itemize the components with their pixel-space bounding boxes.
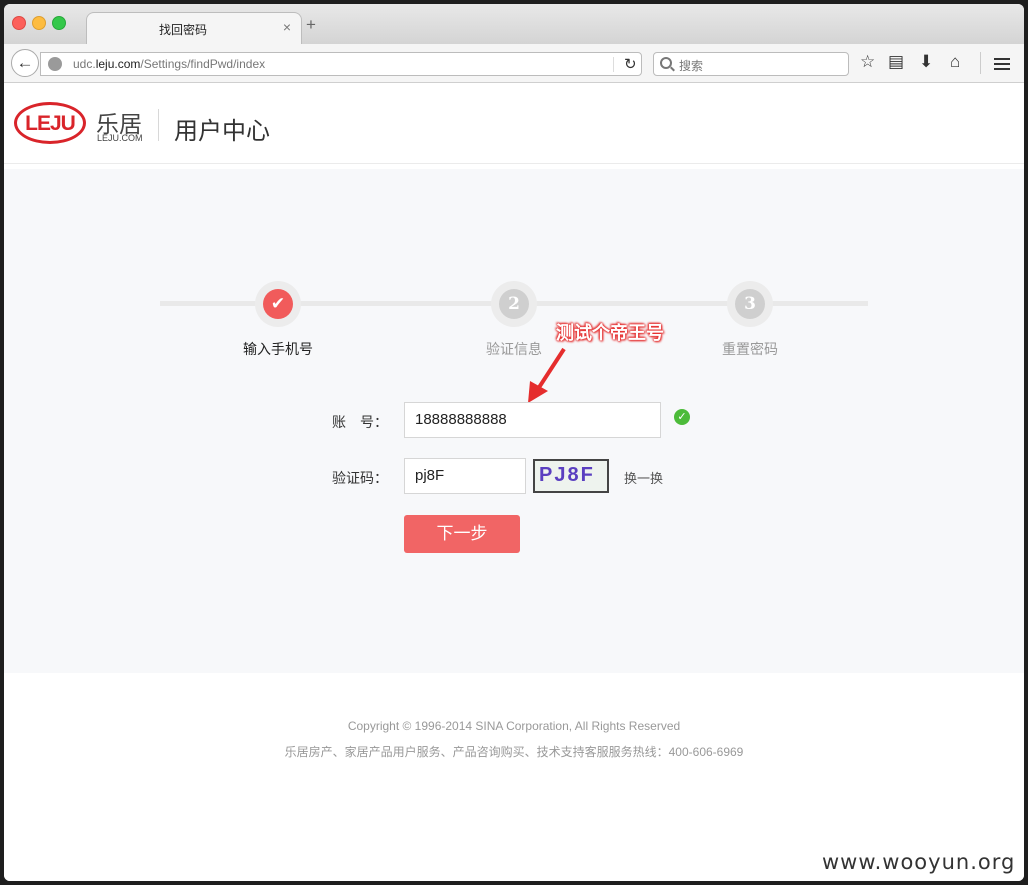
account-input[interactable]: 18888888888: [404, 402, 661, 438]
annotation-arrow-icon: [528, 347, 566, 403]
next-step-button[interactable]: 下一步: [404, 515, 520, 553]
search-placeholder: 搜索: [679, 59, 704, 73]
browser-window: 找回密码 × + ← udc.leju.com/Settings/findPwd…: [4, 4, 1024, 881]
zoom-window-button[interactable]: [52, 16, 66, 30]
captcha-image-text: PJ8F: [539, 464, 595, 486]
annotation-text: 测试个帝王号: [556, 323, 664, 343]
tab-active[interactable]: 找回密码 ×: [86, 12, 302, 45]
page-title: 用户中心: [174, 118, 270, 145]
step-1-label: 输入手机号: [243, 341, 313, 357]
download-icon[interactable]: ⬇: [919, 52, 933, 72]
step-2: 2: [491, 281, 537, 327]
footer-service-line: 乐居房产、家居产品用户服务、产品咨询购买、技术支持客服服务热线：400-606-…: [284, 745, 744, 759]
main-content: ✔ 2 3 输入手机号 验证信息 重置密码 测试个帝王号 账 号： 188888…: [4, 169, 1024, 673]
title-bar: 找回密码 × +: [4, 4, 1024, 45]
toolbar-divider: [980, 52, 981, 74]
captcha-refresh-link[interactable]: 换一换: [624, 468, 663, 487]
url-text: udc.leju.com/Settings/findPwd/index: [73, 57, 266, 71]
globe-icon: [48, 57, 62, 71]
logo-en-text: LEJU.COM: [97, 133, 143, 143]
tab-title: 找回密码: [158, 23, 207, 37]
step-3: 3: [727, 281, 773, 327]
web-page: LEJU 乐居 LEJU.COM 用户中心 ✔ 2 3 输入手机号 验证信息 重…: [4, 83, 1024, 881]
account-label: 账 号：: [332, 414, 388, 430]
step-1: ✔: [255, 281, 301, 327]
watermark: www.wooyun.org: [822, 850, 1016, 874]
url-bar[interactable]: udc.leju.com/Settings/findPwd/index ↻: [40, 52, 642, 76]
close-window-button[interactable]: [12, 16, 26, 30]
header-divider: [158, 109, 159, 141]
bookmark-star-icon[interactable]: ☆: [860, 52, 875, 72]
captcha-input[interactable]: pj8F: [404, 458, 526, 494]
search-input[interactable]: 搜索: [653, 52, 849, 76]
reading-list-icon[interactable]: ▤: [888, 52, 904, 72]
captcha-image[interactable]: PJ8F: [533, 459, 609, 493]
back-button[interactable]: ←: [11, 49, 39, 77]
step-3-label: 重置密码: [722, 341, 778, 357]
search-icon: [660, 57, 672, 69]
footer-copyright: Copyright © 1996-2014 SINA Corporation, …: [347, 719, 681, 733]
step-3-number: 3: [735, 289, 765, 319]
tab-close-icon[interactable]: ×: [283, 19, 291, 35]
menu-icon[interactable]: [994, 58, 1010, 73]
reload-icon[interactable]: ↻: [624, 55, 637, 73]
minimize-window-button[interactable]: [32, 16, 46, 30]
step-2-number: 2: [499, 289, 529, 319]
check-icon: ✔: [263, 289, 293, 319]
captcha-label: 验证码：: [332, 470, 388, 486]
home-icon[interactable]: ⌂: [950, 52, 960, 72]
url-separator: [613, 57, 614, 72]
site-header: LEJU 乐居 LEJU.COM 用户中心: [4, 83, 1024, 164]
check-circle-icon: ✓: [674, 409, 690, 425]
new-tab-button[interactable]: +: [306, 16, 316, 33]
leju-logo-mark[interactable]: LEJU: [14, 102, 86, 144]
